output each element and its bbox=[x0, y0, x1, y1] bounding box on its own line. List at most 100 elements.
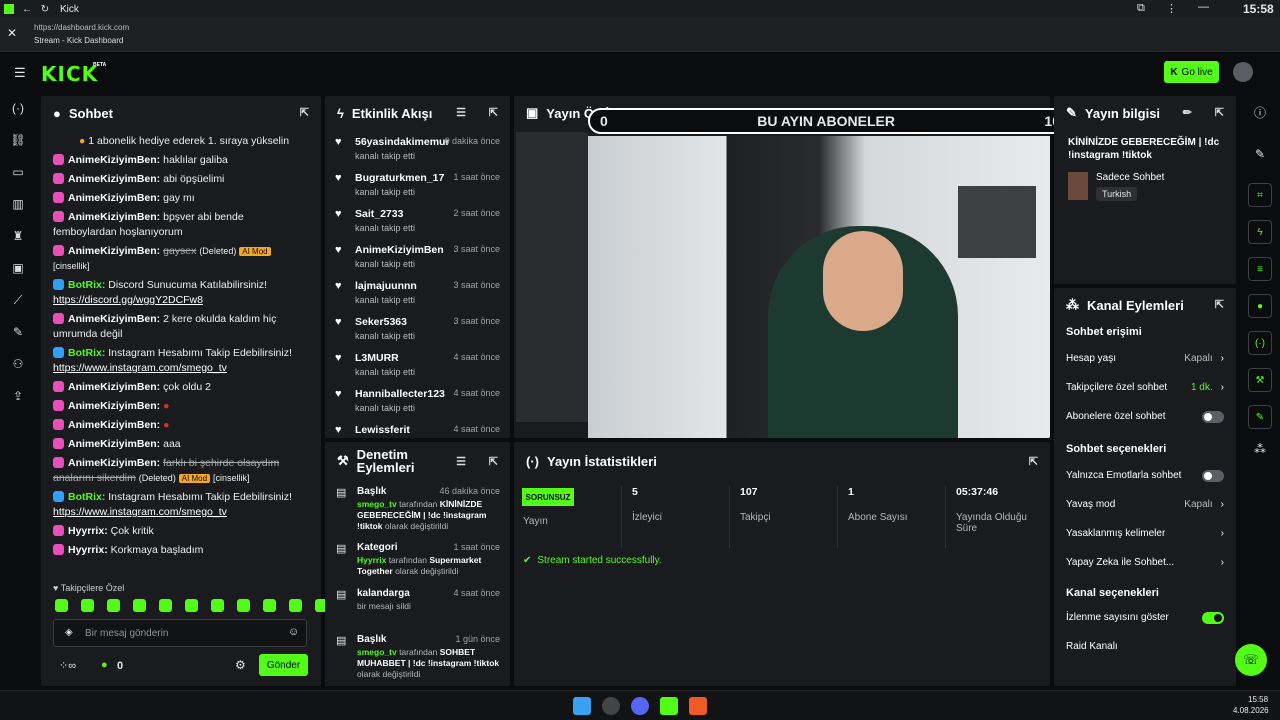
chat-username[interactable]: BotRix: bbox=[68, 279, 105, 291]
popout-icon[interactable]: ⇱ bbox=[489, 455, 498, 468]
chat-username[interactable]: AnimeKiziyimBen: bbox=[68, 173, 160, 185]
setting-row[interactable]: Hesap yaşı Kapalı › bbox=[1066, 344, 1224, 373]
gamepad-icon[interactable]: ⁂ bbox=[1240, 442, 1280, 456]
bolt-icon[interactable]: ϟ bbox=[1248, 220, 1272, 244]
popout-icon[interactable]: ⇱ bbox=[1215, 106, 1224, 119]
setting-row[interactable]: Yavaş mod Kapalı › bbox=[1066, 490, 1224, 519]
event-username[interactable]: 56yasindakimemur bbox=[355, 136, 450, 148]
scan-icon[interactable]: ⌗ bbox=[1248, 183, 1272, 207]
settings-icon[interactable]: ⚙ bbox=[235, 658, 246, 672]
event-username[interactable]: Lewissferit bbox=[355, 424, 410, 436]
chevron-right-icon[interactable]: › bbox=[1221, 557, 1224, 568]
emote-icon[interactable] bbox=[237, 599, 250, 612]
filter-icon[interactable]: ☰ bbox=[456, 106, 466, 119]
close-icon[interactable]: ✕ bbox=[7, 26, 17, 40]
chat-username[interactable]: AnimeKiziyimBen: bbox=[68, 400, 160, 412]
brave-icon[interactable] bbox=[689, 697, 707, 715]
event-username[interactable]: Hanniballecter123 bbox=[355, 388, 445, 400]
video-icon[interactable]: ▣ bbox=[0, 252, 36, 284]
chat-username[interactable]: AnimeKiziyimBen: bbox=[68, 438, 160, 450]
emote-icon[interactable] bbox=[185, 599, 198, 612]
event-username[interactable]: Sait_2733 bbox=[355, 208, 415, 220]
chat-username[interactable]: AnimeKiziyimBen: bbox=[68, 245, 160, 257]
chat-username[interactable]: BotRix: bbox=[68, 347, 105, 359]
chevron-right-icon[interactable]: › bbox=[1221, 499, 1224, 510]
emote-icon[interactable] bbox=[289, 599, 302, 612]
windows-start-icon[interactable] bbox=[573, 697, 591, 715]
menu-icon[interactable]: ⋮ bbox=[1166, 2, 1177, 15]
event-username[interactable]: Bugraturkmen_17 bbox=[355, 172, 444, 184]
raid-channel-row[interactable]: Raid Kanalı bbox=[1066, 632, 1224, 661]
event-username[interactable]: lajmajuunnn bbox=[355, 280, 417, 292]
chat-username[interactable]: BotRix: bbox=[68, 491, 105, 503]
kick-logo[interactable]: KICK bbox=[41, 62, 98, 86]
popout-icon[interactable]: ⇱ bbox=[300, 106, 309, 119]
upload-icon[interactable]: ⇪ bbox=[0, 380, 36, 412]
extensions-icon[interactable]: ⧉ bbox=[1137, 2, 1145, 15]
emote-icon[interactable] bbox=[263, 599, 276, 612]
chat-username[interactable]: Hyyrrix: bbox=[68, 544, 108, 556]
window-icon[interactable]: ▭ bbox=[0, 156, 36, 188]
gavel-icon[interactable]: ⚒ bbox=[1248, 368, 1272, 392]
url-bar[interactable]: ✕ https://dashboard.kick.com Stream - Ki… bbox=[0, 18, 1280, 52]
popout-icon[interactable]: ⇱ bbox=[489, 106, 498, 119]
trophy-icon[interactable]: ♜ bbox=[0, 220, 36, 252]
points-icon[interactable]: ⁘∞ bbox=[59, 659, 76, 672]
popout-icon[interactable]: ⇱ bbox=[1029, 455, 1038, 468]
chat-username[interactable]: AnimeKiziyimBen: bbox=[68, 211, 160, 223]
wrench-icon[interactable]: ✎ bbox=[0, 316, 36, 348]
analytics-icon[interactable]: ⟋ bbox=[0, 284, 36, 316]
event-username[interactable]: L3MURR bbox=[355, 352, 415, 364]
chevron-right-icon[interactable]: › bbox=[1221, 353, 1224, 364]
chat-link[interactable]: https://www.instagram.com/smego_tv bbox=[53, 506, 227, 518]
emote-icon[interactable] bbox=[107, 599, 120, 612]
minimize-icon[interactable]: — bbox=[1198, 1, 1209, 13]
broadcast-icon[interactable]: (·) bbox=[1248, 331, 1272, 355]
edit-icon[interactable]: ✏ bbox=[1183, 106, 1192, 119]
chat-username[interactable]: AnimeKiziyimBen: bbox=[68, 457, 160, 469]
discord-icon[interactable] bbox=[631, 697, 649, 715]
setting-row[interactable]: Yalnızca Emotlarla sohbet bbox=[1066, 461, 1224, 490]
emote-icon[interactable] bbox=[81, 599, 94, 612]
avatar[interactable] bbox=[1233, 62, 1253, 82]
chrome-icon[interactable] bbox=[602, 697, 620, 715]
moderation-user[interactable]: Hyyrrix bbox=[357, 555, 386, 565]
chat-username[interactable]: AnimeKiziyimBen: bbox=[68, 154, 160, 166]
info-icon[interactable]: ⓘ bbox=[1240, 104, 1280, 121]
send-button[interactable]: Gönder bbox=[259, 654, 308, 676]
setting-row[interactable]: Abonelere özel sohbet bbox=[1066, 402, 1224, 431]
chat-input[interactable]: ◈ Bir mesaj gönderin ☺ bbox=[53, 619, 307, 647]
back-icon[interactable]: ← bbox=[18, 0, 36, 18]
chat-username[interactable]: AnimeKiziyimBen: bbox=[68, 381, 160, 393]
hamburger-icon[interactable]: ☰ bbox=[14, 65, 26, 81]
emoji-icon[interactable]: ☺ bbox=[288, 626, 299, 638]
wrench-icon[interactable]: ✎ bbox=[1248, 405, 1272, 429]
link-icon[interactable]: ⛓ bbox=[0, 124, 36, 156]
setting-row[interactable]: Yapay Zeka ile Sohbet... › bbox=[1066, 548, 1224, 577]
moderation-user[interactable]: smego_tv bbox=[357, 647, 397, 657]
chat-username[interactable]: AnimeKiziyimBen: bbox=[68, 419, 160, 431]
popout-icon[interactable]: ⇱ bbox=[1215, 298, 1224, 311]
setting-toggle[interactable] bbox=[1202, 469, 1224, 482]
reload-icon[interactable]: ↻ bbox=[36, 0, 54, 18]
chat-link[interactable]: https://discord.gg/wggY2DCFw8 bbox=[53, 294, 203, 306]
show-viewer-count-toggle[interactable] bbox=[1202, 611, 1224, 624]
moderation-user[interactable]: smego_tv bbox=[357, 499, 397, 509]
list-icon[interactable]: ≡ bbox=[1248, 257, 1272, 281]
kick-icon[interactable] bbox=[660, 697, 678, 715]
emote-icon[interactable] bbox=[133, 599, 146, 612]
setting-row[interactable]: Yasaklanmış kelimeler › bbox=[1066, 519, 1224, 548]
setting-row[interactable]: Takipçilere özel sohbet 1 dk. › bbox=[1066, 373, 1224, 402]
event-username[interactable]: Seker5363 bbox=[355, 316, 415, 328]
go-live-button[interactable]: K Go live bbox=[1164, 61, 1219, 83]
event-username[interactable]: AnimeKiziyimBen bbox=[355, 244, 444, 256]
chat-username[interactable]: AnimeKiziyimBen: bbox=[68, 313, 160, 325]
show-viewer-count-row[interactable]: İzlenme sayısını göster bbox=[1066, 603, 1224, 632]
pencil-icon[interactable]: ✎ bbox=[1240, 147, 1280, 161]
chat-link[interactable]: https://www.instagram.com/smego_tv bbox=[53, 362, 227, 374]
setting-toggle[interactable] bbox=[1202, 410, 1224, 423]
chat-icon[interactable]: ● bbox=[1248, 294, 1272, 318]
chat-username[interactable]: AnimeKiziyimBen: bbox=[68, 192, 160, 204]
broadcast-icon[interactable]: (·) bbox=[0, 92, 36, 124]
users-icon[interactable]: ⚇ bbox=[0, 348, 36, 380]
